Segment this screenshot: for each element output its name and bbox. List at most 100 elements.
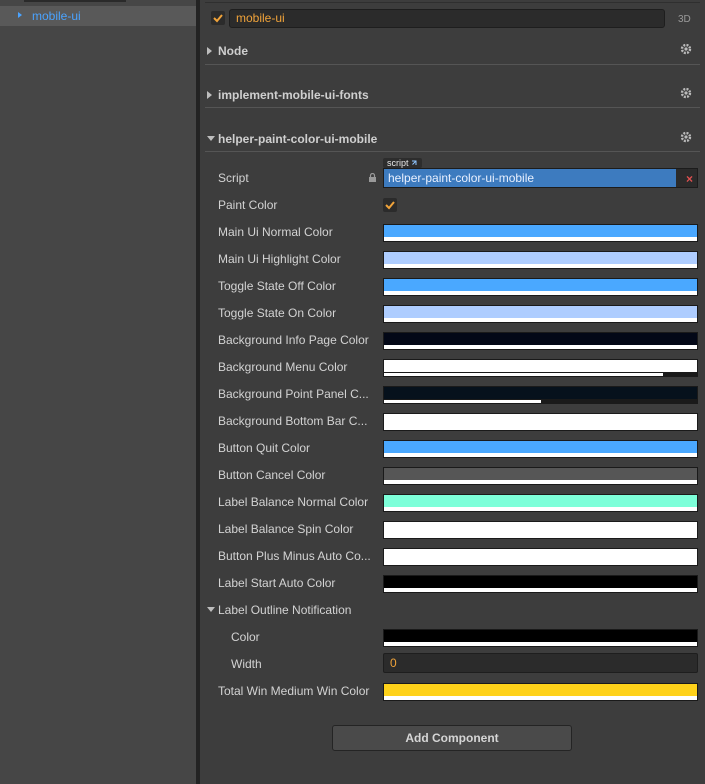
color-swatch[interactable] xyxy=(383,575,698,593)
alpha-bar xyxy=(384,481,697,484)
property-label: Script xyxy=(218,171,249,185)
color-swatch[interactable] xyxy=(383,413,698,431)
color-fill xyxy=(384,387,697,399)
color-fill xyxy=(384,630,697,642)
alpha-bar xyxy=(384,643,697,646)
divider xyxy=(205,107,700,108)
color-fill xyxy=(384,279,697,291)
section-header-helper-paint-color-ui-mobile[interactable]: helper-paint-color-ui-mobile xyxy=(205,128,700,150)
property-group-label-outline[interactable]: Label Outline Notification xyxy=(200,599,705,621)
section-header-node[interactable]: Node xyxy=(205,40,700,62)
property-row-color: Button Plus Minus Auto Co... xyxy=(200,545,705,567)
lock-icon xyxy=(369,173,376,182)
alpha-bar xyxy=(384,697,697,700)
property-row-paint-color: Paint Color xyxy=(200,194,705,216)
hierarchy-item-label: mobile-ui xyxy=(32,9,81,23)
color-swatch[interactable] xyxy=(383,359,698,377)
color-swatch[interactable] xyxy=(383,305,698,323)
color-fill xyxy=(384,225,697,237)
color-fill xyxy=(384,333,697,345)
mode-3d-label[interactable]: 3D xyxy=(678,14,691,25)
property-label: Total Win Medium Win Color xyxy=(218,684,370,698)
color-swatch[interactable] xyxy=(383,548,698,566)
section-title: implement-mobile-ui-fonts xyxy=(218,88,369,102)
collapse-arrow-icon[interactable] xyxy=(207,47,212,55)
script-asset-field[interactable]: helper-paint-color-ui-mobile × xyxy=(383,168,698,188)
property-row-color: Button Quit Color xyxy=(200,437,705,459)
add-component-button[interactable]: Add Component xyxy=(332,725,572,751)
gear-icon[interactable] xyxy=(680,87,692,99)
divider xyxy=(205,64,700,65)
property-row-color: Background Menu Color xyxy=(200,356,705,378)
property-row-color: Toggle State On Color xyxy=(200,302,705,324)
property-label: Main Ui Highlight Color xyxy=(218,252,341,266)
property-label: Width xyxy=(231,657,262,671)
color-swatch[interactable] xyxy=(383,278,698,296)
gear-icon[interactable] xyxy=(680,131,692,143)
color-fill xyxy=(384,549,697,561)
alpha-bar xyxy=(384,265,697,268)
property-label: Label Balance Spin Color xyxy=(218,522,354,536)
property-label: Button Cancel Color xyxy=(218,468,326,482)
property-label: Toggle State Off Color xyxy=(218,279,336,293)
property-row-color: Background Point Panel C... xyxy=(200,383,705,405)
paint-color-checkbox[interactable] xyxy=(383,198,397,212)
property-label: Toggle State On Color xyxy=(218,306,337,320)
alpha-bar xyxy=(384,562,697,565)
outline-width-input[interactable]: 0 xyxy=(383,653,698,673)
color-swatch[interactable] xyxy=(383,521,698,539)
section-title: helper-paint-color-ui-mobile xyxy=(218,132,378,146)
external-link-icon xyxy=(412,160,417,165)
clear-script-button[interactable]: × xyxy=(686,172,693,186)
property-label: Background Menu Color xyxy=(218,360,348,374)
expand-arrow-icon[interactable] xyxy=(207,136,215,141)
property-row-color: Main Ui Highlight Color xyxy=(200,248,705,270)
alpha-bar xyxy=(384,454,697,457)
collapse-arrow-icon[interactable] xyxy=(207,91,212,99)
property-label: Color xyxy=(231,630,260,644)
property-row-outline-color: Color xyxy=(200,626,705,648)
property-label: Main Ui Normal Color xyxy=(218,225,333,239)
section-header-implement-mobile-ui-fonts[interactable]: implement-mobile-ui-fonts xyxy=(205,84,700,106)
color-swatch[interactable] xyxy=(383,494,698,512)
expand-arrow-icon[interactable] xyxy=(18,12,22,18)
property-label: Button Quit Color xyxy=(218,441,311,455)
hierarchy-panel: mobile-ui xyxy=(0,0,196,784)
hierarchy-toolbar-edge xyxy=(24,0,126,2)
color-swatch[interactable] xyxy=(383,224,698,242)
property-label: Background Bottom Bar C... xyxy=(218,414,368,428)
color-swatch[interactable] xyxy=(383,440,698,458)
color-fill xyxy=(384,576,697,588)
alpha-bar xyxy=(384,319,697,322)
node-name-input[interactable]: mobile-ui xyxy=(229,9,665,28)
section-title: Node xyxy=(218,44,248,58)
property-label: Background Point Panel C... xyxy=(218,387,369,401)
color-swatch[interactable] xyxy=(383,251,698,269)
property-row-color: Label Balance Spin Color xyxy=(200,518,705,540)
property-row-color: Button Cancel Color xyxy=(200,464,705,486)
property-label: Label Outline Notification xyxy=(218,603,352,617)
expand-arrow-icon[interactable] xyxy=(207,607,215,612)
alpha-bar xyxy=(384,508,697,511)
color-swatch[interactable] xyxy=(383,629,698,647)
alpha-bar xyxy=(384,400,541,403)
divider xyxy=(205,151,700,152)
divider xyxy=(205,2,700,3)
color-fill xyxy=(384,468,697,480)
alpha-bar xyxy=(384,535,697,538)
property-row-color: Main Ui Normal Color xyxy=(200,221,705,243)
property-label: Paint Color xyxy=(218,198,278,212)
property-label: Label Start Auto Color xyxy=(218,576,336,590)
check-icon xyxy=(213,14,223,23)
color-swatch[interactable] xyxy=(383,332,698,350)
hierarchy-item-mobile-ui[interactable]: mobile-ui xyxy=(0,6,196,26)
color-fill xyxy=(384,360,697,372)
color-swatch[interactable] xyxy=(383,683,698,701)
alpha-bar xyxy=(384,346,697,349)
color-fill xyxy=(384,252,697,264)
node-enabled-checkbox[interactable] xyxy=(211,11,225,25)
color-swatch[interactable] xyxy=(383,386,698,404)
alpha-bar xyxy=(384,427,697,430)
color-swatch[interactable] xyxy=(383,467,698,485)
gear-icon[interactable] xyxy=(680,43,692,55)
